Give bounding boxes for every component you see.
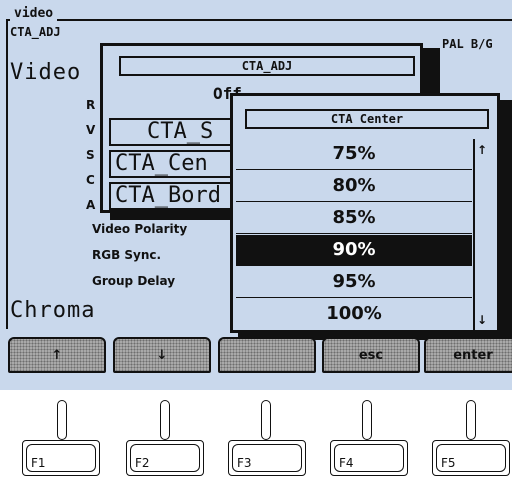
scroll-up-icon[interactable]: ↑ [477,143,487,157]
menu-row-rgb-sync[interactable]: RGB Sync. [92,248,161,262]
softkey-esc-button[interactable]: esc [322,337,420,373]
arrow-down-icon: ↓ [156,347,168,363]
softkey-bar: ↑ ↓ esc enter [0,335,512,374]
video-heading: Video [10,60,82,85]
menu-row[interactable]: C [86,173,95,187]
menu-row[interactable]: A [86,198,95,212]
option-100[interactable]: 100% [236,299,472,330]
standard-label: PAL B/G [442,37,493,51]
menu-row[interactable]: V [86,123,95,137]
scrollbar[interactable]: ↑ ↓ [473,139,493,333]
chroma-heading: Chroma [10,298,96,323]
arrow-up-icon: ↑ [51,347,63,363]
f5-key[interactable]: F5 [432,440,510,476]
option-75[interactable]: 75% [236,139,472,170]
option-90-selected[interactable]: 90% [236,235,472,266]
option-80[interactable]: 80% [236,171,472,202]
cta-adj-label: CTA_ADJ [10,25,61,39]
f1-key[interactable]: F1 [22,440,100,476]
f3-key[interactable]: F3 [228,440,306,476]
menu-row[interactable]: R [86,98,95,112]
key-connector [362,400,372,440]
cta-center-popup: CTA Center 75% 80% 85% 90% 95% 100% ↑ ↓ [230,93,500,333]
softkey-down-button[interactable]: ↓ [113,337,211,373]
menu-row-group-delay[interactable]: Group Delay [92,274,175,288]
option-list: 75% 80% 85% 90% 95% 100% ↑ ↓ [236,139,497,333]
group-title: video [10,6,58,21]
key-connector [57,400,67,440]
option-85[interactable]: 85% [236,203,472,234]
f4-key[interactable]: F4 [330,440,408,476]
popup-title: CTA_ADJ [119,56,415,76]
softkey-enter-button[interactable]: enter [424,337,512,373]
popup-title: CTA Center [245,109,489,129]
menu-row[interactable]: S [86,148,95,162]
key-connector [160,400,170,440]
f2-key[interactable]: F2 [126,440,204,476]
menu-row-video-polarity[interactable]: Video Polarity [92,222,187,236]
scroll-down-icon[interactable]: ↓ [477,313,487,327]
softkey-up-button[interactable]: ↑ [8,337,106,373]
option-95[interactable]: 95% [236,267,472,298]
key-connector [466,400,476,440]
softkey-empty-button[interactable] [218,337,316,373]
lcd-screen: video CTA_ADJ PAL B/G Video R V S C A Vi… [0,0,512,390]
key-connector [261,400,271,440]
